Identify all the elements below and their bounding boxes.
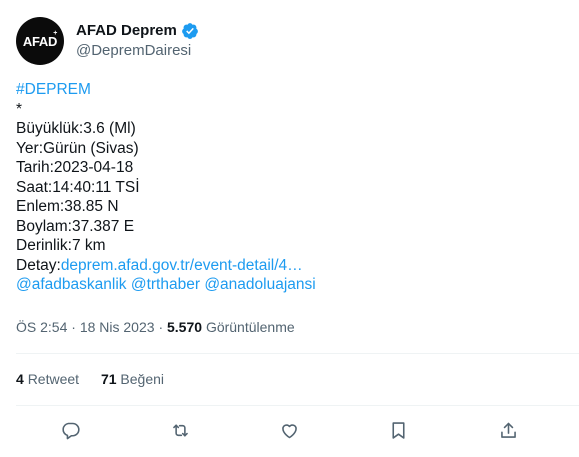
tweet-date[interactable]: 18 Nis 2023 bbox=[80, 319, 155, 335]
divider bbox=[16, 405, 579, 406]
tweet-line-depth: Derinlik:7 km bbox=[16, 237, 106, 254]
account-names: AFAD Deprem @DepremDairesi bbox=[76, 21, 199, 61]
like-stat[interactable]: 71 Beğeni bbox=[101, 371, 164, 387]
detail-label: Detay: bbox=[16, 256, 61, 274]
retweet-icon bbox=[172, 423, 188, 437]
tweet-time[interactable]: ÖS 2:54 bbox=[16, 319, 67, 335]
tweet-line: * bbox=[16, 100, 23, 118]
tweet-line-latitude: Enlem:38.85 N bbox=[16, 198, 119, 215]
tweet-actions bbox=[16, 412, 563, 448]
mention-link[interactable]: @trthaber bbox=[131, 276, 200, 293]
like-button[interactable] bbox=[271, 412, 307, 448]
tweet-line-longitude: Boylam:37.387 E bbox=[16, 217, 135, 235]
tweet-stats: 4 Retweet 71 Beğeni bbox=[16, 369, 182, 389]
meta-separator: · bbox=[71, 319, 80, 335]
mention-link[interactable]: @anadoluajansi bbox=[204, 276, 315, 293]
tweet-line-date: Tarih:2023-04-18 bbox=[16, 159, 134, 176]
retweet-count: 4 bbox=[16, 371, 24, 387]
views-label: Görüntülenme bbox=[205, 319, 295, 335]
avatar-logo-text: AFAD bbox=[22, 33, 58, 49]
verified-badge-icon bbox=[181, 23, 198, 39]
share-button[interactable] bbox=[490, 412, 526, 448]
tweet-line-magnitude: Büyüklük:3.6 (Ml) bbox=[16, 120, 136, 137]
views-count: 5.570 bbox=[167, 319, 203, 335]
meta-separator: · bbox=[158, 319, 167, 335]
tweet: AFAD + AFAD Deprem @DepremDairesi #DEPRE… bbox=[0, 0, 579, 457]
mention-link[interactable]: @afadbaskanlik bbox=[16, 276, 127, 293]
tweet-header: AFAD + AFAD Deprem @DepremDairesi bbox=[16, 17, 199, 65]
reply-button[interactable] bbox=[53, 412, 89, 448]
display-name-row[interactable]: AFAD Deprem bbox=[76, 21, 199, 41]
like-icon bbox=[282, 423, 297, 438]
bookmark-button[interactable] bbox=[381, 412, 417, 448]
retweet-label: Retweet bbox=[27, 371, 80, 387]
hashtag-link[interactable]: #DEPREM bbox=[16, 81, 91, 98]
reply-icon bbox=[62, 422, 80, 439]
retweet-button[interactable] bbox=[162, 412, 198, 448]
display-name[interactable]: AFAD Deprem bbox=[76, 21, 177, 41]
tweet-line-location: Yer:Gürün (Sivas) bbox=[16, 139, 139, 157]
tweet-line-time: Saat:14:40:11 TSİ bbox=[16, 178, 140, 196]
tweet-line-detail: Detay:deprem.afad.gov.tr/event-detail/4… bbox=[16, 256, 316, 276]
mentions-line: @afadbaskanlik @trthaber @anadoluajansi bbox=[16, 275, 316, 295]
divider bbox=[16, 353, 579, 354]
tweet-text: #DEPREM * Büyüklük:3.6 (Ml) Yer:Gürün (S… bbox=[16, 80, 316, 295]
avatar[interactable]: AFAD + bbox=[16, 17, 64, 65]
like-label: Beğeni bbox=[120, 371, 164, 387]
avatar-plus-mark: + bbox=[53, 30, 57, 37]
bookmark-icon bbox=[392, 421, 405, 439]
retweet-stat[interactable]: 4 Retweet bbox=[16, 371, 83, 387]
share-icon bbox=[500, 422, 516, 438]
account-handle[interactable]: @DepremDairesi bbox=[76, 41, 199, 61]
tweet-meta: ÖS 2:54 · 18 Nis 2023 · 5.570 Görüntülen… bbox=[16, 317, 295, 337]
like-count: 71 bbox=[100, 371, 117, 387]
detail-link[interactable]: deprem.afad.gov.tr/event-detail/4… bbox=[61, 257, 303, 274]
